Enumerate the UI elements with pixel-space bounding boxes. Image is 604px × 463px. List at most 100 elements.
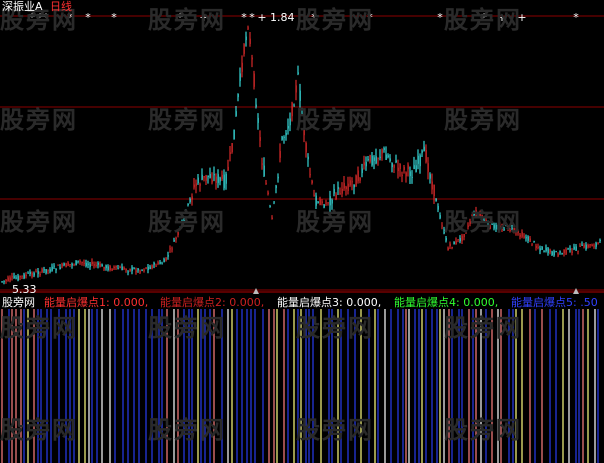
candle-body bbox=[271, 217, 273, 220]
candle-body bbox=[31, 272, 33, 277]
stock-symbol[interactable]: 深振业A bbox=[2, 0, 43, 13]
candle-body bbox=[571, 251, 573, 253]
candle-body bbox=[441, 225, 443, 227]
candle-body bbox=[575, 246, 577, 251]
candle-body bbox=[121, 266, 123, 271]
candle-body bbox=[307, 156, 309, 160]
candle-body bbox=[99, 263, 101, 267]
watermark: 股旁网 bbox=[0, 208, 78, 236]
candle-body bbox=[175, 237, 177, 240]
candle-body bbox=[161, 263, 163, 265]
candle-body bbox=[71, 263, 73, 266]
candle-body bbox=[525, 237, 527, 239]
candle-body bbox=[413, 165, 415, 170]
candle-body bbox=[233, 129, 235, 140]
candle-body bbox=[101, 264, 103, 267]
watermark: 股旁网 bbox=[148, 6, 226, 34]
candle-body bbox=[397, 167, 399, 172]
candle-body bbox=[215, 176, 217, 183]
indicator-value-3: 能量启爆点3: 0.000, bbox=[277, 296, 382, 309]
plus-marker: + bbox=[257, 11, 266, 24]
candle-body bbox=[373, 157, 375, 161]
candle-body bbox=[61, 263, 63, 267]
candle-body bbox=[105, 265, 107, 269]
candle-body bbox=[353, 184, 355, 188]
candle-body bbox=[137, 268, 139, 271]
candle-body bbox=[59, 267, 61, 269]
candle-body bbox=[103, 266, 105, 270]
candle-body bbox=[87, 263, 89, 265]
candle-body bbox=[555, 251, 557, 253]
indicator-value-1: 能量启爆点1: 0.000, bbox=[44, 296, 149, 309]
candle-body bbox=[347, 183, 349, 191]
candle-body bbox=[135, 270, 137, 273]
candle-body bbox=[581, 244, 583, 246]
candle-body bbox=[401, 174, 403, 176]
candle-body bbox=[259, 137, 261, 141]
candle-body bbox=[357, 170, 359, 182]
candlestick-series bbox=[1, 25, 601, 285]
candle-body bbox=[171, 248, 173, 250]
candle-body bbox=[295, 85, 297, 93]
indicator-value-2: 能量启爆点2: 0.000, bbox=[160, 296, 265, 309]
candle-body bbox=[345, 186, 347, 190]
candle-body bbox=[351, 181, 353, 183]
candle-body bbox=[573, 246, 575, 250]
candle-body bbox=[13, 276, 15, 279]
candle-body bbox=[9, 277, 11, 281]
candle-body bbox=[141, 269, 143, 271]
candle-body bbox=[557, 253, 559, 257]
candle-body bbox=[19, 275, 21, 278]
candle-body bbox=[553, 251, 555, 256]
candle-body bbox=[393, 164, 395, 168]
candle-body bbox=[589, 244, 591, 246]
candle-body bbox=[17, 275, 19, 281]
candle-body bbox=[265, 183, 267, 185]
candle-body bbox=[375, 156, 377, 164]
candle-body bbox=[409, 171, 411, 177]
candle-body bbox=[277, 176, 279, 179]
candle-body bbox=[369, 154, 371, 162]
candle-body bbox=[267, 192, 269, 195]
candle-body bbox=[453, 241, 455, 245]
candle-body bbox=[109, 266, 111, 270]
candle-body bbox=[549, 249, 551, 253]
candle-body bbox=[113, 266, 115, 269]
candle-body bbox=[339, 193, 341, 195]
candle-body bbox=[591, 244, 593, 247]
candle-body bbox=[261, 163, 263, 165]
candle-body bbox=[205, 175, 207, 181]
watermark: 股旁网 bbox=[296, 314, 374, 342]
candle-body bbox=[165, 257, 167, 261]
candle-body bbox=[451, 246, 453, 248]
candle-body bbox=[83, 262, 85, 264]
candle-body bbox=[245, 36, 247, 41]
candle-body bbox=[81, 261, 83, 263]
indicator-name[interactable]: 股旁网 bbox=[2, 296, 35, 309]
star-marker: * bbox=[249, 11, 255, 24]
candle-body bbox=[273, 201, 275, 203]
candle-body bbox=[309, 174, 311, 176]
candle-body bbox=[51, 266, 53, 271]
low-price-label: 5.33 bbox=[12, 283, 37, 296]
candle-body bbox=[25, 274, 27, 277]
star-marker: * bbox=[437, 11, 443, 24]
candle-body bbox=[399, 163, 401, 170]
candle-body bbox=[153, 262, 155, 265]
candle-body bbox=[147, 266, 149, 270]
candle-body bbox=[335, 194, 337, 199]
triangle-marker bbox=[573, 288, 579, 294]
candle-body bbox=[23, 274, 25, 279]
candle-body bbox=[225, 173, 227, 184]
candle-body bbox=[425, 150, 427, 162]
candle-body bbox=[69, 263, 71, 265]
candle-body bbox=[337, 186, 339, 190]
candle-body bbox=[149, 266, 151, 269]
candle-body bbox=[387, 155, 389, 158]
candle-body bbox=[523, 236, 525, 238]
price-grid bbox=[0, 15, 604, 293]
candle-body bbox=[11, 276, 13, 278]
candle-body bbox=[423, 146, 425, 152]
candle-body bbox=[439, 215, 441, 219]
period-label[interactable]: 日线 bbox=[50, 0, 72, 13]
